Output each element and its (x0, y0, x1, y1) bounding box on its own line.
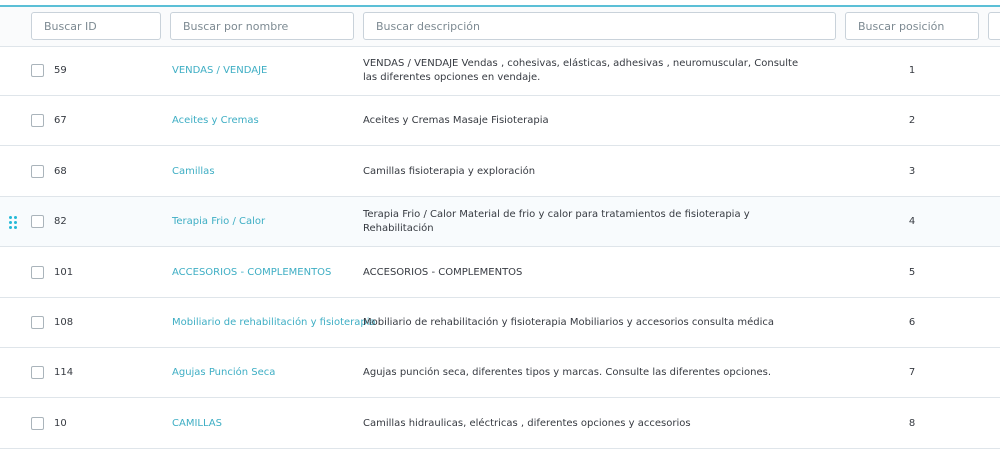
table-row[interactable]: 67 Aceites y Cremas Aceites y Cremas Mas… (0, 96, 1000, 147)
row-name-link[interactable]: Mobiliario de rehabilitación y fisiotera… (172, 298, 376, 348)
row-id: 68 (54, 165, 67, 177)
row-description: Aceites y Cremas Masaje Fisioterapia (363, 115, 549, 127)
search-position-input[interactable] (845, 12, 979, 40)
row-description: Terapia Frio / Calor Material de frio y … (363, 209, 750, 235)
row-name-link[interactable]: CAMILLAS (172, 399, 222, 449)
row-checkbox[interactable] (31, 114, 44, 128)
row-checkbox[interactable] (31, 316, 44, 329)
row-checkbox[interactable] (31, 64, 44, 77)
row-position: 8 (908, 417, 916, 429)
row-id: 108 (54, 317, 74, 328)
table-row[interactable]: 108 Mobiliario de rehabilitación y fisio… (0, 298, 1000, 348)
search-extra-input[interactable] (988, 12, 1000, 40)
search-name-input[interactable] (170, 12, 354, 40)
row-description: Camillas hidraulicas, eléctricas , difer… (363, 417, 691, 429)
row-id: 59 (54, 65, 67, 76)
row-description: Camillas fisioterapia y exploración (363, 165, 536, 177)
row-name-link[interactable]: Camillas (172, 147, 215, 197)
table-row[interactable]: 59 VENDAS / VENDAJE VENDAS / VENDAJE Ven… (0, 46, 1000, 96)
row-position: 1 (908, 65, 916, 76)
row-id: 114 (54, 367, 74, 379)
row-checkbox[interactable] (31, 265, 44, 279)
row-position: 4 (908, 216, 916, 228)
row-position: 3 (908, 165, 916, 177)
row-name-link[interactable]: VENDAS / VENDAJE (172, 46, 267, 96)
row-name-link[interactable]: Agujas Punción Seca (172, 348, 275, 398)
row-description: VENDAS / VENDAJE Vendas , cohesivas, elá… (363, 58, 799, 83)
row-description: Mobiliario de rehabilitación y fisiotera… (363, 317, 775, 328)
table-row[interactable]: 82 Terapia Frio / Calor Terapia Frio / C… (0, 197, 1000, 248)
row-checkbox[interactable] (31, 366, 44, 380)
row-position: 7 (908, 367, 916, 379)
table-row[interactable]: 101 ACCESORIOS - COMPLEMENTOS ACCESORIOS… (0, 248, 1000, 298)
row-id: 82 (54, 216, 67, 228)
row-id: 101 (54, 266, 74, 278)
filter-row (0, 7, 1000, 47)
table-row[interactable]: 114 Agujas Punción Seca Agujas punción s… (0, 348, 1000, 399)
search-id-input[interactable] (31, 12, 161, 40)
row-name-link[interactable]: ACCESORIOS - COMPLEMENTOS (172, 248, 331, 298)
row-description: ACCESORIOS - COMPLEMENTOS (363, 266, 523, 278)
row-description: Agujas punción seca, diferentes tipos y … (363, 367, 772, 379)
row-name-link[interactable]: Aceites y Cremas (172, 96, 259, 146)
table-row[interactable]: 10 CAMILLAS Camillas hidraulicas, eléctr… (0, 399, 1000, 449)
drag-handle-icon[interactable] (9, 216, 17, 230)
row-id: 10 (54, 417, 67, 429)
row-id: 67 (54, 115, 67, 127)
table-row[interactable]: 68 Camillas Camillas fisioterapia y expl… (0, 147, 1000, 197)
row-checkbox[interactable] (31, 215, 44, 229)
row-position: 6 (908, 317, 916, 328)
row-checkbox[interactable] (31, 416, 44, 430)
row-position: 2 (908, 115, 916, 127)
search-description-input[interactable] (363, 12, 836, 40)
row-checkbox[interactable] (31, 164, 44, 178)
row-name-link[interactable]: Terapia Frio / Calor (172, 197, 265, 247)
row-position: 5 (908, 266, 916, 278)
